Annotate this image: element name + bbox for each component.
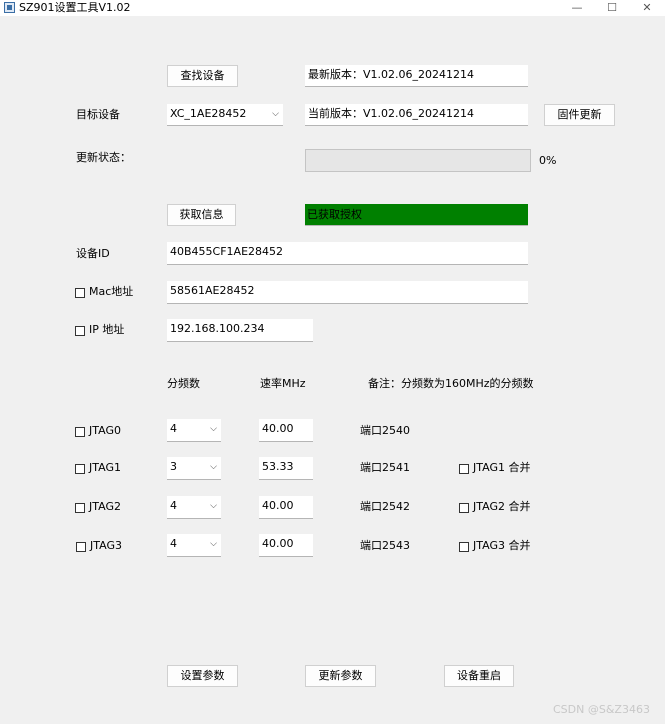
jtag2-merge-label: JTAG2 合并 xyxy=(473,500,531,513)
set-params-button[interactable]: 设置参数 xyxy=(167,665,238,687)
jtag1-port: 端口2541 xyxy=(360,461,410,474)
close-icon[interactable]: ✕ xyxy=(637,0,657,16)
jtag1-rate-field[interactable]: 53.33 xyxy=(259,457,313,480)
chevron-down-icon: ⌵ xyxy=(210,501,217,511)
latest-version-field: 最新版本：V1.02.06_20241214 xyxy=(305,65,528,87)
watermark: CSDN @S&Z3463 xyxy=(553,703,650,716)
firmware-update-button[interactable]: 固件更新 xyxy=(544,104,615,126)
jtag2-merge-checkbox[interactable] xyxy=(459,503,469,513)
jtag3-port: 端口2543 xyxy=(360,539,410,552)
update-status-label: 更新状态： xyxy=(76,151,131,164)
update-params-button[interactable]: 更新参数 xyxy=(305,665,376,687)
app-icon xyxy=(4,2,15,13)
chevron-down-icon: ⌵ xyxy=(210,424,217,434)
jtag1-merge-checkbox[interactable] xyxy=(459,464,469,474)
jtag1-checkbox[interactable] xyxy=(75,464,85,474)
find-device-button[interactable]: 查找设备 xyxy=(167,65,238,87)
jtag3-label: JTAG3 xyxy=(90,539,122,552)
jtag2-divider-value: 4 xyxy=(170,499,177,512)
jtag0-divider-select[interactable]: 4 ⌵ xyxy=(167,419,221,442)
ip-label: IP 地址 xyxy=(89,323,125,336)
jtag2-label: JTAG2 xyxy=(89,500,121,513)
divider-column-header: 分频数 xyxy=(167,377,200,390)
divider-note: 备注：分频数为160MHz的分频数 xyxy=(368,377,534,390)
update-progress-bar xyxy=(305,149,531,172)
current-version-field: 当前版本：V1.02.06_20241214 xyxy=(305,104,528,126)
jtag3-merge-label: JTAG3 合并 xyxy=(473,539,531,552)
get-info-button[interactable]: 获取信息 xyxy=(167,204,236,226)
jtag3-checkbox[interactable] xyxy=(76,542,86,552)
target-device-label: 目标设备 xyxy=(76,108,120,121)
jtag3-divider-value: 4 xyxy=(170,537,177,550)
jtag0-label: JTAG0 xyxy=(89,424,121,437)
device-id-label: 设备ID xyxy=(76,247,110,260)
jtag1-divider-select[interactable]: 3 ⌵ xyxy=(167,457,221,480)
device-id-field[interactable]: 40B455CF1AE28452 xyxy=(167,242,528,265)
jtag2-rate-field[interactable]: 40.00 xyxy=(259,496,313,519)
ip-field[interactable]: 192.168.100.234 xyxy=(167,319,313,342)
mac-checkbox[interactable] xyxy=(75,288,85,298)
title-bar: SZ901设置工具V1.02 — ☐ ✕ xyxy=(0,0,665,16)
mac-field[interactable]: 58561AE28452 xyxy=(167,281,528,304)
maximize-icon[interactable]: ☐ xyxy=(602,0,622,16)
auth-status-field: 已获取授权 xyxy=(305,204,528,226)
target-device-select[interactable]: XC_1AE28452 ⌵ xyxy=(167,104,283,126)
jtag0-rate-field[interactable]: 40.00 xyxy=(259,419,313,442)
chevron-down-icon: ⌵ xyxy=(210,462,217,472)
jtag2-divider-select[interactable]: 4 ⌵ xyxy=(167,496,221,519)
window-title: SZ901设置工具V1.02 xyxy=(19,1,131,14)
rate-column-header: 速率MHz xyxy=(260,377,306,390)
reboot-device-button[interactable]: 设备重启 xyxy=(444,665,514,687)
jtag1-divider-value: 3 xyxy=(170,460,177,473)
jtag0-checkbox[interactable] xyxy=(75,427,85,437)
jtag0-port: 端口2540 xyxy=(360,424,410,437)
chevron-down-icon: ⌵ xyxy=(210,539,217,549)
jtag1-merge-label: JTAG1 合并 xyxy=(473,461,531,474)
target-device-value: XC_1AE28452 xyxy=(170,107,247,120)
jtag0-divider-value: 4 xyxy=(170,422,177,435)
mac-label: Mac地址 xyxy=(89,285,134,298)
jtag3-rate-field[interactable]: 40.00 xyxy=(259,534,313,557)
minimize-icon[interactable]: — xyxy=(567,0,587,16)
jtag2-checkbox[interactable] xyxy=(75,503,85,513)
ip-checkbox[interactable] xyxy=(75,326,85,336)
jtag3-divider-select[interactable]: 4 ⌵ xyxy=(167,534,221,557)
jtag3-merge-checkbox[interactable] xyxy=(459,542,469,552)
progress-percent: 0% xyxy=(539,154,557,167)
jtag1-label: JTAG1 xyxy=(89,461,121,474)
jtag2-port: 端口2542 xyxy=(360,500,410,513)
chevron-down-icon: ⌵ xyxy=(272,109,279,119)
